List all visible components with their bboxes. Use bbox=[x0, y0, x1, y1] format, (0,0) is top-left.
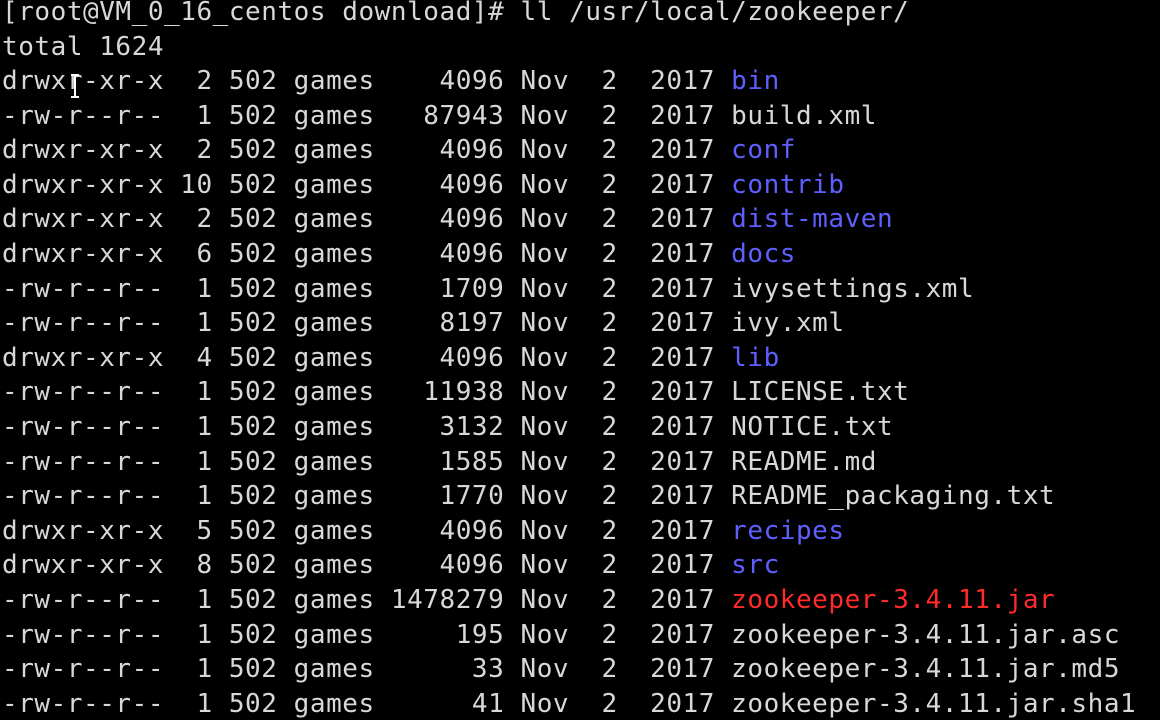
directory-name: recipes bbox=[731, 515, 845, 546]
listing-meta: -rw-r--r-- 1 502 games 195 Nov 2 2017 bbox=[2, 619, 732, 650]
directory-name: bin bbox=[731, 66, 780, 96]
file-name: ivysettings.xml bbox=[731, 273, 975, 304]
listing-meta: -rw-r--r-- 1 502 games 11938 Nov 2 2017 bbox=[2, 377, 732, 408]
file-name: ivy.xml bbox=[731, 308, 845, 339]
listing-meta: -rw-r--r-- 1 502 games 87943 Nov 2 2017 bbox=[2, 100, 732, 131]
listing-meta: drwxr-xr-x 8 502 games 4096 Nov 2 2017 bbox=[2, 550, 732, 581]
file-name: LICENSE.txt bbox=[731, 377, 910, 408]
listing-meta: drwxr-xr-x 6 502 games 4096 Nov 2 2017 bbox=[2, 239, 732, 269]
listing-row: -rw-r--r-- 1 502 games 1478279 Nov 2 201… bbox=[2, 583, 1055, 618]
listing-row: -rw-r--r-- 1 502 games 1585 Nov 2 2017 R… bbox=[2, 445, 877, 480]
listing-meta: drwxr-xr-x 2 502 games 4096 Nov 2 2017 bbox=[2, 135, 732, 166]
text-cursor-icon bbox=[71, 74, 79, 98]
listing-row: drwxr-xr-x 10 502 games 4096 Nov 2 2017 … bbox=[2, 168, 845, 203]
listing-row: drwxr-xr-x 6 502 games 4096 Nov 2 2017 d… bbox=[2, 237, 796, 272]
listing-row: -rw-r--r-- 1 502 games 33 Nov 2 2017 zoo… bbox=[2, 652, 1120, 687]
file-name: zookeeper-3.4.11.jar.md5 bbox=[731, 654, 1121, 685]
listing-row: drwxr-xr-x 5 502 games 4096 Nov 2 2017 r… bbox=[2, 514, 845, 549]
listing-meta: -rw-r--r-- 1 502 games 3132 Nov 2 2017 bbox=[2, 412, 732, 442]
listing-row: drwxr-xr-x 2 502 games 4096 Nov 2 2017 d… bbox=[2, 202, 893, 237]
listing-meta: drwxr-xr-x 2 502 games 4096 Nov 2 2017 bbox=[2, 66, 732, 96]
listing-row: -rw-r--r-- 1 502 games 41 Nov 2 2017 zoo… bbox=[2, 687, 1136, 720]
file-name: zookeeper-3.4.11.jar.sha1 bbox=[731, 688, 1137, 719]
listing-row: -rw-r--r-- 1 502 games 11938 Nov 2 2017 … bbox=[2, 375, 909, 410]
listing-meta: drwxr-xr-x 4 502 games 4096 Nov 2 2017 bbox=[2, 342, 732, 373]
listing-meta: drwxr-xr-x 2 502 games 4096 Nov 2 2017 bbox=[2, 204, 732, 235]
listing-meta: -rw-r--r-- 1 502 games 1709 Nov 2 2017 bbox=[2, 273, 732, 304]
directory-name: contrib bbox=[731, 169, 845, 200]
archive-name: zookeeper-3.4.11.jar bbox=[731, 585, 1056, 615]
file-name: NOTICE.txt bbox=[731, 412, 894, 442]
directory-name: lib bbox=[731, 342, 780, 373]
directory-name: conf bbox=[731, 135, 796, 166]
directory-name: src bbox=[731, 550, 780, 581]
listing-row: -rw-r--r-- 1 502 games 3132 Nov 2 2017 N… bbox=[2, 410, 893, 445]
listing-row: -rw-r--r-- 1 502 games 87943 Nov 2 2017 … bbox=[2, 99, 877, 134]
listing-meta: drwxr-xr-x 10 502 games 4096 Nov 2 2017 bbox=[2, 169, 732, 200]
listing-meta: drwxr-xr-x 5 502 games 4096 Nov 2 2017 bbox=[2, 515, 732, 546]
listing-meta: -rw-r--r-- 1 502 games 1478279 Nov 2 201… bbox=[2, 585, 732, 615]
listing-row: -rw-r--r-- 1 502 games 1709 Nov 2 2017 i… bbox=[2, 272, 974, 307]
listing-meta: -rw-r--r-- 1 502 games 8197 Nov 2 2017 bbox=[2, 308, 732, 339]
listing-meta: -rw-r--r-- 1 502 games 1585 Nov 2 2017 bbox=[2, 446, 732, 477]
listing-row: drwxr-xr-x 2 502 games 4096 Nov 2 2017 c… bbox=[2, 133, 796, 168]
command-prompt-line: [root@VM_0_16_centos download]# ll /usr/… bbox=[2, 0, 910, 27]
file-name: zookeeper-3.4.11.jar.asc bbox=[731, 619, 1121, 650]
listing-row: drwxr-xr-x 4 502 games 4096 Nov 2 2017 l… bbox=[2, 341, 780, 376]
directory-name: docs bbox=[731, 239, 796, 269]
listing-meta: -rw-r--r-- 1 502 games 41 Nov 2 2017 bbox=[2, 688, 732, 719]
total-line: total 1624 bbox=[2, 31, 165, 62]
listing-row: -rw-r--r-- 1 502 games 195 Nov 2 2017 zo… bbox=[2, 618, 1120, 653]
directory-name: dist-maven bbox=[731, 204, 894, 235]
file-name: README_packaging.txt bbox=[731, 481, 1056, 512]
listing-meta: -rw-r--r-- 1 502 games 33 Nov 2 2017 bbox=[2, 654, 732, 685]
listing-row: -rw-r--r-- 1 502 games 1770 Nov 2 2017 R… bbox=[2, 479, 1055, 514]
listing-row: drwxr-xr-x 8 502 games 4096 Nov 2 2017 s… bbox=[2, 548, 780, 583]
listing-row: -rw-r--r-- 1 502 games 8197 Nov 2 2017 i… bbox=[2, 306, 845, 341]
listing-row: drwxr-xr-x 2 502 games 4096 Nov 2 2017 b… bbox=[2, 64, 780, 99]
file-name: README.md bbox=[731, 446, 877, 477]
terminal-window[interactable]: [root@VM_0_16_centos download]# ll /usr/… bbox=[0, 0, 1160, 720]
listing-meta: -rw-r--r-- 1 502 games 1770 Nov 2 2017 bbox=[2, 481, 732, 512]
file-name: build.xml bbox=[731, 100, 877, 131]
